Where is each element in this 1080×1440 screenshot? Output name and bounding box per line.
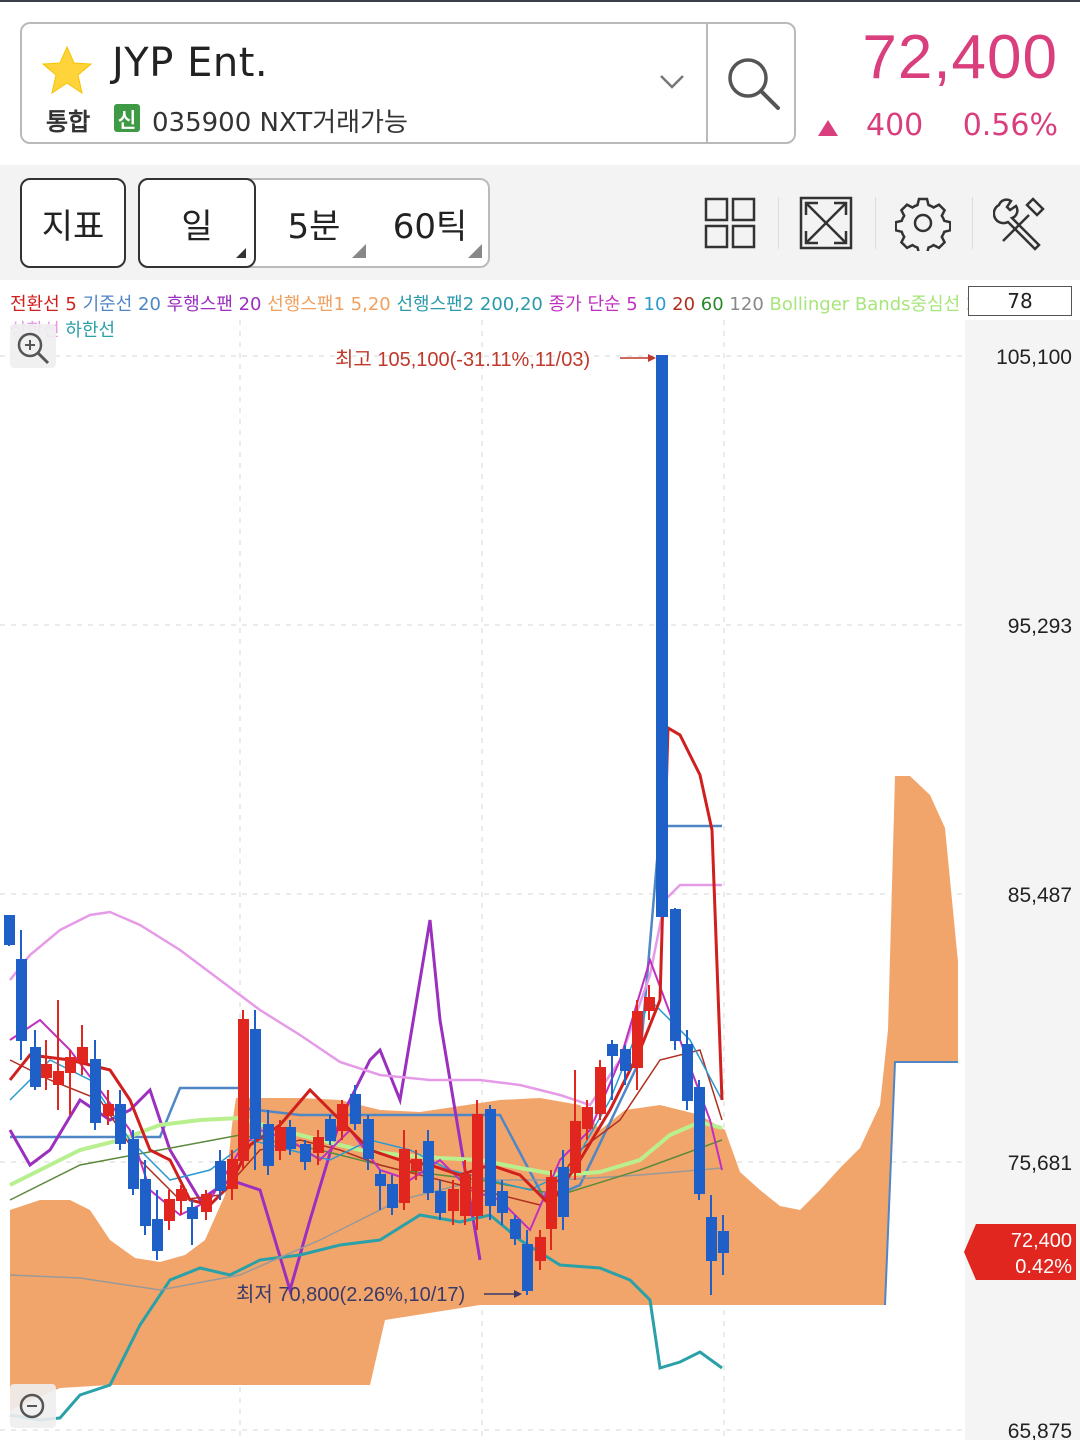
tools-icon[interactable] [993, 195, 1049, 251]
indicator-button[interactable]: 지표 [20, 178, 126, 268]
y-tick-label: 75,681 [1008, 1152, 1072, 1175]
market-label: 통합 [46, 108, 91, 136]
search-icon[interactable] [722, 52, 784, 114]
fullscreen-icon[interactable] [798, 195, 854, 251]
favorite-star-icon[interactable] [40, 44, 94, 98]
dropdown-corner-icon [352, 244, 366, 258]
legend-item: 기준선 20 [82, 294, 161, 315]
dropdown-corner-icon [468, 244, 482, 258]
price-chart[interactable]: 최고 105,100(-31.11%,11/03) 최저 70,800(2.26… [0, 320, 1080, 1440]
low-annotation: 최저 70,800(2.26%,10/17) [236, 1283, 465, 1306]
period-60tick-label: 60틱 [392, 206, 468, 247]
right-value-box: 78 [968, 286, 1072, 316]
zoom-out-icon[interactable] [10, 1384, 56, 1428]
period-5min-label: 5분 [287, 206, 341, 247]
legend-item: 60 [700, 294, 724, 315]
period-5min[interactable]: 5분 [256, 180, 372, 266]
stock-selector[interactable]: JYP Ent. 통합 신 035900 NXT거래가능 [20, 22, 796, 144]
chevron-down-icon[interactable] [658, 68, 686, 96]
dropdown-corner-icon [236, 248, 246, 258]
period-60tick[interactable]: 60틱 [372, 180, 488, 266]
legend-item: 20 [672, 294, 696, 315]
new-badge: 신 [114, 104, 140, 132]
settings-gear-icon[interactable] [895, 195, 951, 251]
legend-item: 전환선 5 [10, 294, 77, 315]
period-day[interactable]: 일 [138, 178, 256, 268]
indicator-legend: 전환선 5 기준선 20 후행스팬 20 선행스팬1 5,20 선행스팬2 20… [10, 290, 970, 319]
y-tick-label: 65,875 [1008, 1420, 1072, 1440]
legend-item: 후행스팬 20 [166, 294, 262, 315]
top-border [0, 0, 1080, 2]
stock-name: JYP Ent. [112, 40, 269, 86]
span2-line [884, 1061, 958, 1306]
high-arrow-head [648, 354, 656, 362]
up-arrow-icon [818, 120, 838, 136]
price-change: 400 [866, 108, 924, 143]
current-price-tag-pct: 0.42% [1015, 1256, 1072, 1278]
legend-item: 120 [729, 294, 764, 315]
divider [972, 197, 973, 249]
legend-item: 선행스팬2 200,20 [396, 294, 543, 315]
divider [875, 197, 876, 249]
high-annotation: 최고 105,100(-31.11%,11/03) [335, 348, 590, 371]
legend-item: 10 [643, 294, 667, 315]
y-tick-label: 95,293 [1008, 615, 1072, 638]
period-selector: 일 5분 60틱 [138, 178, 490, 268]
high-candle [656, 355, 668, 917]
current-price-tag-value: 72,400 [1011, 1230, 1072, 1252]
y-tick-label: 85,487 [1008, 884, 1072, 907]
divider [778, 197, 779, 249]
legend-item: 선행스팬1 5,20 [267, 294, 391, 315]
stock-code: 035900 NXT거래가능 [152, 108, 408, 138]
period-day-label: 일 [181, 206, 213, 247]
price-change-pct: 0.56% [962, 108, 1058, 143]
current-price: 72,400 [862, 23, 1058, 92]
grid-layout-icon[interactable] [702, 195, 758, 251]
chart-toolbar: 지표 일 5분 60틱 [0, 165, 1080, 280]
y-tick-label: 105,100 [996, 346, 1072, 369]
divider [706, 24, 708, 142]
legend-item: Bollinger Bands중심선 20,2 [769, 294, 970, 315]
legend-item: 종가 단순 5 [548, 294, 638, 315]
zoom-in-icon[interactable] [10, 324, 56, 368]
